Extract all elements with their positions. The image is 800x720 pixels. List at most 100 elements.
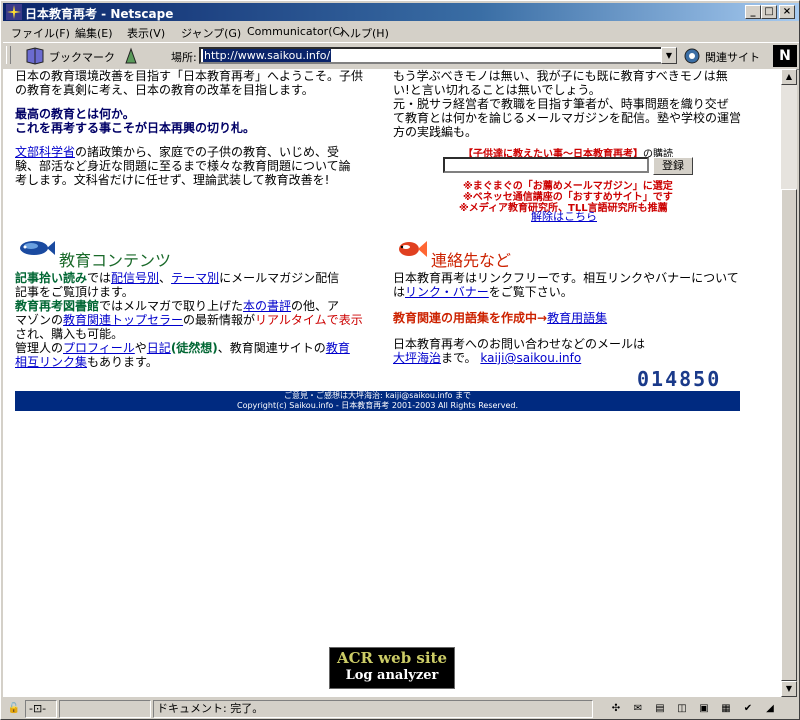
contact-heading: 連絡先など — [431, 251, 512, 270]
text: 日本教育再考へのお問い合わせなどのメールは — [393, 337, 646, 351]
title-bar[interactable]: 日本教育再考 - Netscape _ □ × — [3, 3, 799, 21]
text: 日本教育再考はリンクフリーです。相互リンクやバナーについて — [393, 271, 739, 285]
headline-1: 最高の教育とは何か。 — [15, 107, 135, 121]
footer-contact: ご意見・ご感想は大坪海治: kaiji@saikou.info まで — [284, 391, 471, 400]
banner-line-1: ACR web site — [336, 649, 448, 667]
vertical-scrollbar[interactable]: ▲ ▼ — [781, 69, 797, 697]
fish-icon — [20, 241, 55, 255]
check-icon[interactable]: ✔ — [741, 702, 755, 716]
profile-link[interactable]: プロフィール — [63, 341, 135, 355]
articles-label: 記事拾い読み — [15, 271, 88, 285]
location-label: 場所: — [171, 51, 197, 64]
scroll-down-button[interactable]: ▼ — [781, 681, 797, 697]
text: の最新情報が — [183, 313, 256, 327]
acr-banner[interactable]: ACR web site Log analyzer — [329, 647, 455, 689]
intro-line: の教育を真剣に考え、日本の教育の改革を目指します。 — [15, 83, 314, 97]
text: にメールマガジン配信 — [219, 271, 340, 285]
security-lock-icon[interactable]: 🔓 — [7, 702, 21, 716]
text: ではメルマガで取り上げた — [99, 299, 244, 313]
menu-view[interactable]: 表示(V) — [127, 25, 165, 41]
library-label: 教育再考図書館 — [15, 299, 100, 313]
intro-block: 日本の教育環境改善を目指す「日本教育再考」へようこそ。子供 の教育を真剣に考え、… — [15, 69, 375, 97]
mail-block: 日本教育再考へのお問い合わせなどのメールは 大坪海治まで。 kaiji@saik… — [393, 337, 763, 365]
text: 、教育関連サイトの — [217, 341, 326, 355]
page-proxy-icon[interactable] — [123, 47, 139, 65]
url-input[interactable]: http://www.saikou.info/ — [199, 47, 677, 64]
text: され、購入も可能。 — [15, 327, 124, 341]
menu-go[interactable]: ジャンプ(G) — [181, 25, 241, 41]
education-link[interactable]: 教育 — [326, 341, 350, 355]
menu-file[interactable]: ファイル(F) — [11, 25, 70, 41]
mutual-links-link[interactable]: 相互リンク集 — [15, 355, 87, 369]
bookmark-icon[interactable] — [25, 47, 45, 65]
status-bar: 🔓 -⊡- ドキュメント: 完了。 ✣ ✉ ▤ ◫ ▣ ▦ ✔ ◢ — [3, 699, 799, 719]
unsubscribe-link[interactable]: 解除はこちら — [531, 208, 597, 224]
text: をご覧下さい。 — [488, 285, 573, 299]
close-button[interactable]: × — [779, 5, 795, 19]
progress-panel — [59, 700, 151, 718]
by-theme-link[interactable]: テーマ別 — [171, 271, 219, 285]
realtime-text: リアルタイムで表示 — [255, 313, 363, 327]
by-issue-link[interactable]: 配信号別 — [111, 271, 159, 285]
contents-heading: 教育コンテンツ — [59, 251, 172, 270]
menu-communicator[interactable]: Communicator(C) — [247, 25, 344, 38]
admin-name-link[interactable]: 大坪海治 — [393, 351, 441, 365]
resize-grip-icon[interactable]: ◢ — [763, 702, 777, 716]
toolbar-grip[interactable] — [6, 46, 11, 64]
newsgroups-icon[interactable]: ◫ — [675, 702, 689, 716]
link-banner-link[interactable]: リンク・バナー — [405, 285, 489, 299]
intro-line: 日本の教育環境改善を目指す「日本教育再考」へようこそ。子供 — [15, 69, 364, 83]
desc-line: て教育とは何かを論じるメールマガジンを配信。塾や学校の運営 — [393, 111, 742, 125]
glossary-notice: 教育関連の用語集を作成中→ — [393, 311, 548, 325]
maximize-button[interactable]: □ — [761, 5, 777, 19]
subscribe-button[interactable]: 登録 — [653, 157, 693, 175]
bookmarks-button[interactable]: ブックマーク — [49, 49, 115, 65]
menu-bar: ファイル(F) 編集(E) 表示(V) ジャンプ(G) Communicator… — [3, 22, 799, 42]
mail-icon[interactable]: ✉ — [631, 702, 645, 716]
text: は — [393, 285, 406, 299]
composer-icon[interactable]: ▤ — [653, 702, 667, 716]
netscape-logo[interactable]: N — [773, 45, 797, 67]
visitor-counter: 014850 — [637, 367, 722, 391]
related-sites-button[interactable]: 関連サイト — [705, 49, 760, 65]
menu-edit[interactable]: 編集(E) — [75, 25, 113, 41]
book-reviews-link[interactable]: 本の書評 — [243, 299, 291, 313]
email-subscribe-input[interactable] — [443, 157, 649, 173]
mext-text: 験、部活など身近な問題に至るまで様々な教育問題について論 — [15, 159, 351, 173]
text: では — [87, 271, 112, 285]
navigator-icon[interactable]: ✣ — [609, 702, 623, 716]
connection-icon: -⊡- — [29, 702, 47, 715]
diary-subtitle: (徒然想) — [170, 341, 218, 355]
desc-line: もう学ぶべきモノは無い、我が子にも既に教育すべきモノは無 — [393, 69, 728, 83]
mext-text: 考します。文科省だけに任せず、理論武装して教育改善を! — [15, 173, 330, 187]
goldfish-icon — [399, 241, 427, 257]
address-book-icon[interactable]: ▣ — [697, 702, 711, 716]
text: 、 — [159, 271, 172, 285]
mext-link[interactable]: 文部科学省 — [15, 145, 75, 159]
text: マゾンの — [15, 313, 64, 327]
glossary-link[interactable]: 教育用語集 — [547, 311, 607, 325]
netscape-app-icon — [6, 4, 22, 20]
email-link[interactable]: kaiji@saikou.info — [480, 351, 581, 365]
desc-line: 方の実践編も。 — [393, 125, 478, 139]
url-text: http://www.saikou.info/ — [203, 49, 332, 62]
text: の他、ア — [291, 299, 340, 313]
scroll-up-button[interactable]: ▲ — [781, 69, 797, 85]
text: まで。 — [441, 351, 477, 365]
top-sellers-link[interactable]: 教育関連トップセラー — [63, 313, 183, 327]
scroll-thumb[interactable] — [781, 189, 797, 681]
connection-panel: -⊡- — [25, 700, 57, 718]
text: もあります。 — [87, 355, 158, 369]
url-dropdown-button[interactable]: ▼ — [661, 47, 677, 64]
glossary-block: 教育関連の用語集を作成中→教育用語集 — [393, 311, 763, 325]
text: 記事をご覧頂けます。 — [15, 285, 134, 299]
banner-line-2: Log analyzer — [345, 668, 439, 683]
contact-block: 日本教育再考はリンクフリーです。相互リンクやバナーについて はリンク・バナーをご… — [393, 271, 763, 299]
desc-line: い!と言い切れることは無いでしょう。 — [393, 83, 601, 97]
calendar-icon[interactable]: ▦ — [719, 702, 733, 716]
diary-link[interactable]: 日記 — [147, 341, 171, 355]
mext-text: の諸政策から、家庭での子供の教育、いじめ、受 — [75, 145, 340, 159]
text: 管理人の — [15, 341, 64, 355]
minimize-button[interactable]: _ — [745, 5, 761, 19]
menu-help[interactable]: ヘルプ(H) — [339, 25, 389, 41]
